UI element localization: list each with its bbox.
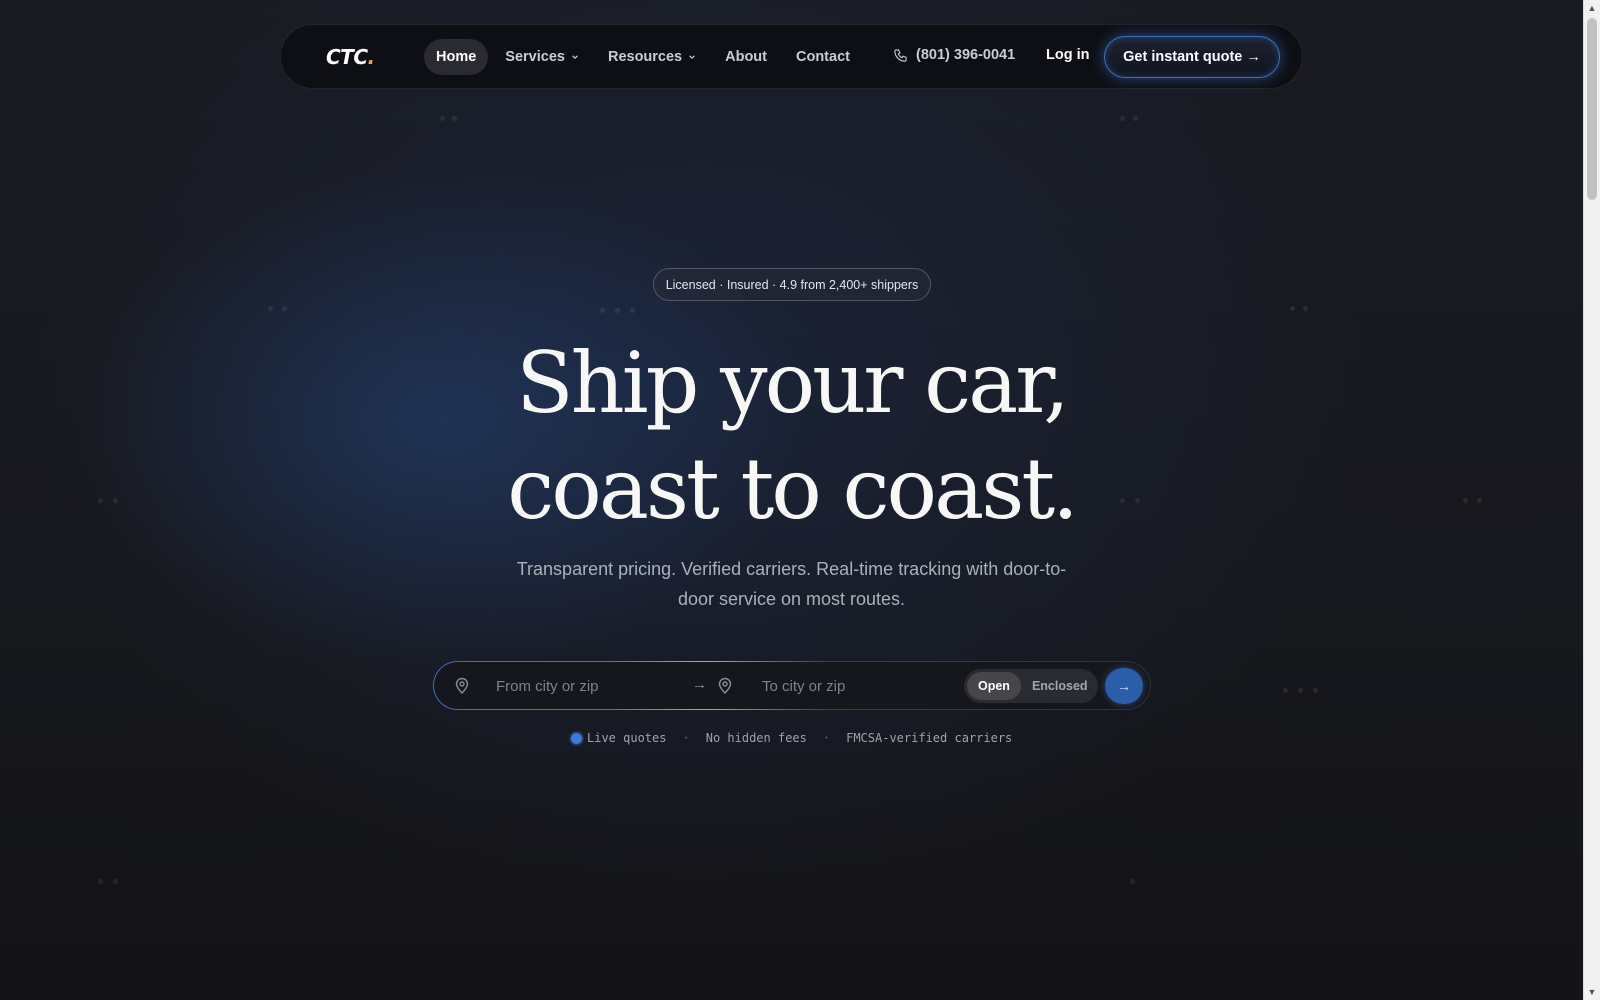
phone-icon (894, 48, 907, 62)
phone-number: (801) 396-0041 (916, 47, 1016, 63)
nav-item-home[interactable]: Home (424, 39, 489, 75)
page-scrollbar[interactable]: ▲ ▼ (1583, 0, 1600, 1000)
nav-item-label: Resources (607, 49, 683, 65)
nav-item-label: About (725, 49, 767, 65)
nav-item-about[interactable]: About (713, 39, 779, 75)
login-link[interactable]: Log in (1046, 47, 1090, 63)
feature-item: FMCSA-verified carriers (846, 731, 1013, 745)
transport-option-open[interactable]: Open (967, 672, 1021, 700)
brand-logo[interactable]: CTC. (326, 45, 375, 69)
headline-line-2: coast to coast. (507, 440, 1079, 538)
to-city-input[interactable] (762, 670, 952, 702)
nav-item-label: Contact (796, 49, 850, 65)
feature-item: No hidden fees (705, 731, 807, 745)
scroll-down-icon[interactable]: ▼ (1584, 984, 1600, 1000)
location-pin-icon (718, 677, 732, 694)
location-pin-icon (455, 677, 469, 694)
feature-separator: · (822, 731, 831, 745)
get-instant-quote-button[interactable]: Get instant quote → (1104, 36, 1280, 78)
nav-item-label: Home (436, 49, 477, 65)
hero-headline: Ship your car, coast to coast. (400, 330, 1183, 542)
nav-item-services[interactable]: Services (493, 39, 591, 75)
phone-link[interactable]: (801) 396-0041 (893, 47, 1015, 63)
chevron-down-icon (689, 55, 695, 60)
headline-line-1: Ship your car, (516, 334, 1070, 432)
scrollbar-thumb[interactable] (1587, 18, 1597, 200)
route-arrow-icon: → (692, 676, 707, 693)
hero-subtext: Transparent pricing. Verified carriers. … (516, 559, 1067, 609)
top-navbar: CTC. Home Services Resources About Conta… (280, 24, 1303, 89)
feature-item: Live quotes (587, 731, 667, 745)
submit-quote-button[interactable]: → (1105, 668, 1143, 704)
nav-links: Home Services Resources About Contact (424, 39, 867, 75)
from-city-input[interactable] (496, 670, 686, 702)
live-indicator-icon (571, 732, 582, 744)
logo-dot: . (367, 45, 376, 69)
quote-search-bar: → Open Enclosed → (433, 661, 1151, 710)
logo-text: CTC (326, 45, 368, 69)
chevron-down-icon (572, 55, 578, 60)
transport-option-enclosed[interactable]: Enclosed (1021, 672, 1099, 700)
trust-badge: Licensed · Insured · 4.9 from 2,400+ shi… (653, 268, 931, 301)
nav-item-contact[interactable]: Contact (784, 39, 862, 75)
scroll-up-icon[interactable]: ▲ (1584, 0, 1600, 16)
feature-separator: · (682, 731, 690, 745)
nav-item-resources[interactable]: Resources (596, 39, 708, 75)
nav-item-label: Services (505, 49, 565, 65)
transport-type-toggle: Open Enclosed (964, 669, 1098, 703)
feature-list: Live quotes · No hidden fees · FMCSA-ver… (571, 731, 1012, 745)
